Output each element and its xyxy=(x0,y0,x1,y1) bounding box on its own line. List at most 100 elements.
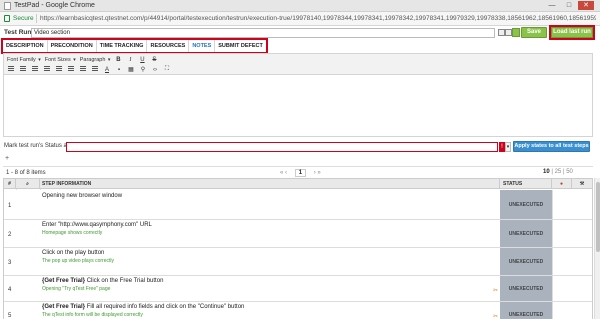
defect-header-icon: ● xyxy=(552,179,572,189)
table-icon[interactable]: ▦ xyxy=(127,66,135,73)
bullet-list-icon[interactable] xyxy=(7,66,15,73)
scrollbar[interactable] xyxy=(594,178,600,319)
status-cell[interactable]: UNEXECUTED xyxy=(500,276,552,301)
tab-notes[interactable]: NOTES xyxy=(189,40,216,52)
page-size-option[interactable]: 25 xyxy=(555,169,562,175)
status-row: Mark test run's Status as ! ▾ Apply stat… xyxy=(0,140,600,153)
secure-label[interactable]: Secure xyxy=(13,15,34,22)
strikethrough-button[interactable]: S xyxy=(150,57,158,63)
align-left-icon[interactable] xyxy=(31,66,39,73)
tab-description[interactable]: DESCRIPTION xyxy=(3,40,48,52)
attachment-header-icon: ⌕ xyxy=(16,179,40,189)
background-color-icon[interactable]: ▪ xyxy=(115,67,123,73)
page-size-option[interactable]: 10 xyxy=(543,169,550,175)
browser-title-bar: TestPad - Google Chrome — □ ✕ xyxy=(0,0,600,12)
maximize-button[interactable]: □ xyxy=(561,1,577,10)
calendar-icon[interactable] xyxy=(498,29,505,36)
wrench-icon[interactable]: ⚒ xyxy=(572,179,592,189)
chevron-down-icon[interactable]: ▾ xyxy=(505,142,511,152)
prev-page-icon[interactable]: ‹ xyxy=(285,170,287,176)
table-row[interactable]: 1 Opening new browser window UNEXECUTED xyxy=(4,190,592,220)
font-color-icon[interactable]: A xyxy=(103,67,111,73)
test-run-name-input[interactable]: Video section xyxy=(31,28,495,38)
called-test-case[interactable]: {Get Free Trial} xyxy=(42,278,85,284)
numbered-list-icon[interactable] xyxy=(19,66,27,73)
status-header[interactable]: STATUS xyxy=(500,179,552,189)
page-size-option[interactable]: 50 xyxy=(566,169,573,175)
indent-icon[interactable] xyxy=(91,66,99,73)
row-extra xyxy=(552,302,592,319)
italic-button[interactable]: I xyxy=(126,57,134,63)
last-page-icon[interactable]: » xyxy=(317,170,320,176)
step-description[interactable]: Opening new browser window xyxy=(42,193,122,199)
align-justify-icon[interactable] xyxy=(67,66,75,73)
load-last-run-button[interactable]: Load last run xyxy=(549,25,595,40)
tab-time-tracking[interactable]: TIME TRACKING xyxy=(97,40,148,52)
test-run-header: Test Run Video section Save Load last ru… xyxy=(0,25,600,40)
page-icon xyxy=(4,2,11,10)
fullscreen-icon[interactable]: ⛶ xyxy=(163,66,171,73)
align-center-icon[interactable] xyxy=(43,66,51,73)
paragraph-select[interactable]: Paragraph xyxy=(80,57,111,63)
window-title: TestPad - Google Chrome xyxy=(14,2,95,9)
step-information-header[interactable]: STEP INFORMATION xyxy=(40,179,500,189)
tab-precondition[interactable]: PRECONDITION xyxy=(48,40,97,52)
close-button[interactable]: ✕ xyxy=(578,1,594,10)
step-text: Fill all required info fields and click … xyxy=(85,304,245,310)
url-text[interactable]: https://learnbasicqtest.qtestnet.com/p/4… xyxy=(40,15,596,22)
font-sizes-select[interactable]: Font Sizes xyxy=(45,57,76,63)
row-number: 5 xyxy=(8,313,12,319)
status-cell[interactable]: UNEXECUTED xyxy=(500,190,552,219)
page-navigation: « ‹ 1 › » xyxy=(280,169,321,177)
status-cell[interactable]: UNEXECUTED xyxy=(500,248,552,275)
page-size-options: 10 | 25 | 50 xyxy=(543,169,573,175)
expected-result[interactable]: The qTest info form will be displayed co… xyxy=(42,312,143,318)
tab-submit-defect[interactable]: SUBMIT DEFECT xyxy=(215,40,266,52)
align-right-icon[interactable] xyxy=(55,66,63,73)
items-count: 1 - 8 of 8 items xyxy=(6,170,46,176)
table-row[interactable]: 4 {Get Free Trial} Click on the Free Tri… xyxy=(4,276,592,302)
link-icon[interactable]: ⚲ xyxy=(139,66,147,73)
list-icon[interactable] xyxy=(505,29,512,36)
grid-header: # ⌕ STEP INFORMATION STATUS ● ⚒ xyxy=(4,179,592,189)
table-row[interactable]: 2 Enter "http://www.qasymphony.com" URL … xyxy=(4,220,592,248)
paperclip-icon[interactable]: ✂ xyxy=(493,288,499,294)
underline-button[interactable]: U xyxy=(138,57,146,63)
row-extra xyxy=(552,190,592,219)
step-description[interactable]: Click on the play button xyxy=(42,250,104,256)
apply-states-button[interactable]: Apply states to all test steps xyxy=(513,141,590,152)
lock-icon[interactable] xyxy=(4,15,10,22)
called-test-case[interactable]: {Get Free Trial} xyxy=(42,304,85,310)
minimize-button[interactable]: — xyxy=(544,1,560,10)
outdent-icon[interactable] xyxy=(79,66,87,73)
address-bar[interactable]: Secure https://learnbasicqtest.qtestnet.… xyxy=(0,12,600,26)
first-page-icon[interactable]: « xyxy=(280,170,283,176)
step-description[interactable]: {Get Free Trial} Click on the Free Trial… xyxy=(42,278,163,284)
status-select[interactable] xyxy=(66,142,498,152)
current-page[interactable]: 1 xyxy=(294,169,307,177)
status-cell[interactable]: UNEXECUTED xyxy=(500,302,552,319)
save-dropdown-icon[interactable] xyxy=(512,28,520,37)
bold-button[interactable]: B xyxy=(114,57,122,63)
font-family-select[interactable]: Font Family xyxy=(7,57,41,63)
tab-resources[interactable]: RESOURCES xyxy=(147,40,190,52)
row-number: 3 xyxy=(8,260,12,266)
notes-editor-area[interactable] xyxy=(3,75,593,137)
save-button[interactable]: Save xyxy=(521,27,547,38)
next-page-icon[interactable]: › xyxy=(314,170,316,176)
expected-result[interactable]: Opening "Try qTest Free" page xyxy=(42,286,110,292)
step-description[interactable]: {Get Free Trial} Fill all required info … xyxy=(42,304,244,310)
code-icon[interactable]: ‹› xyxy=(151,67,159,73)
editor-toolbar: Font Family Font Sizes Paragraph B I U S… xyxy=(3,53,593,75)
expand-plus-icon[interactable]: + xyxy=(5,155,9,162)
step-description[interactable]: Enter "http://www.qasymphony.com" URL xyxy=(42,222,152,228)
expected-result[interactable]: The pop up video plays correctly xyxy=(42,258,114,264)
table-row[interactable]: 5 {Get Free Trial} Fill all required inf… xyxy=(4,302,592,319)
table-row[interactable]: 3 Click on the play button The pop up vi… xyxy=(4,248,592,276)
scrollbar-thumb[interactable] xyxy=(596,182,600,252)
expected-result[interactable]: Homepage shows correctly xyxy=(42,230,102,236)
status-cell[interactable]: UNEXECUTED xyxy=(500,220,552,247)
paperclip-icon[interactable]: ✂ xyxy=(493,314,499,319)
row-number-header: # xyxy=(4,179,16,189)
row-number: 4 xyxy=(8,287,12,293)
